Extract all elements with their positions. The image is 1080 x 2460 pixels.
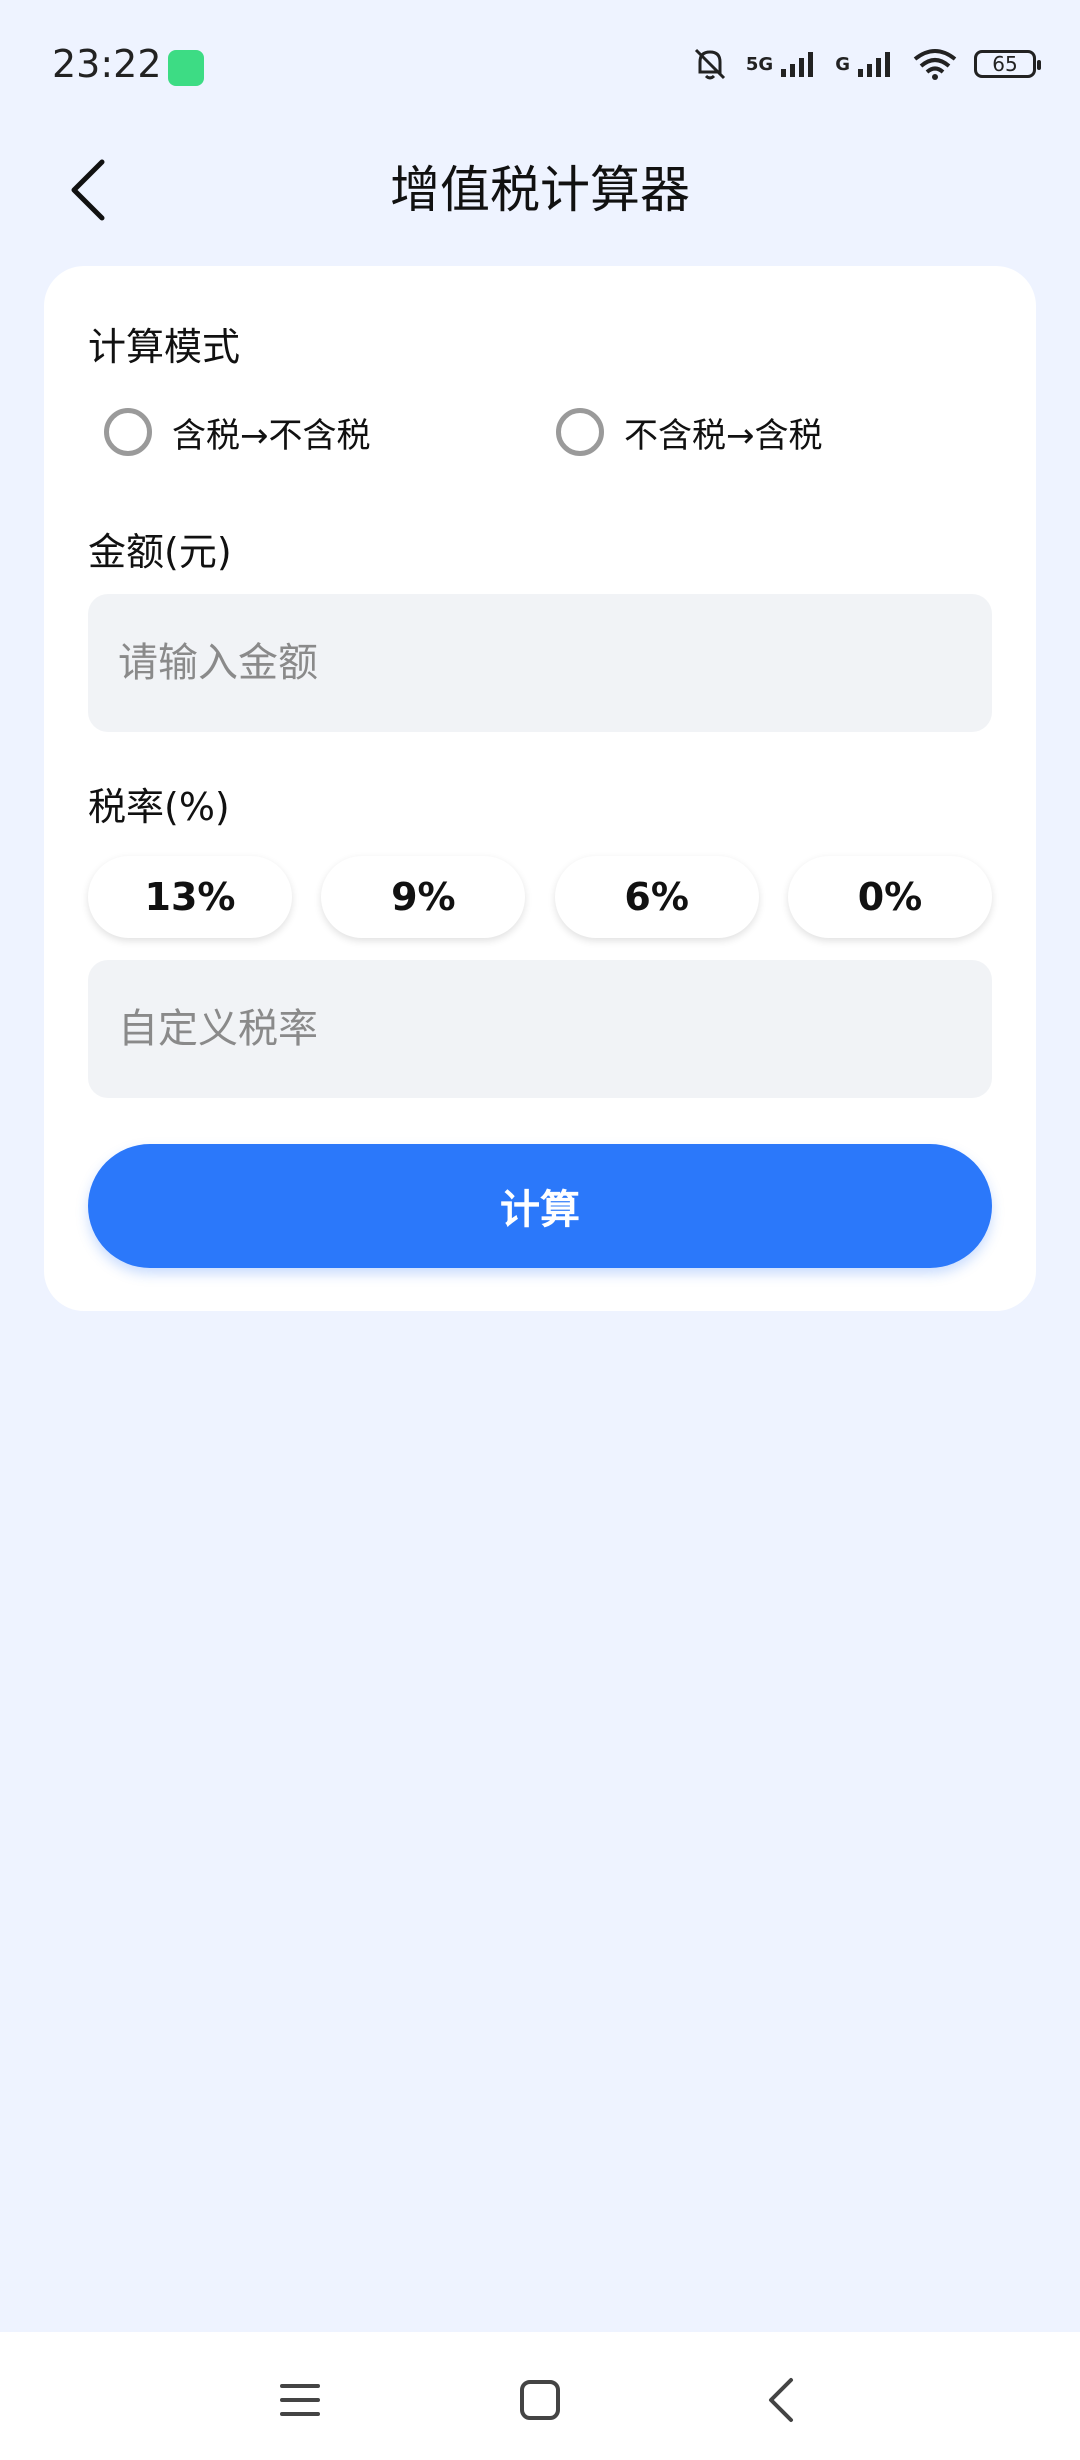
- battery-level: 65: [992, 52, 1018, 76]
- amount-field[interactable]: [88, 594, 992, 732]
- status-time: 23:22: [52, 42, 162, 86]
- home-square-icon: [520, 2380, 560, 2420]
- app-header: 增值税计算器: [0, 140, 1080, 250]
- wifi-icon: [913, 49, 957, 80]
- status-icons: 5G G 65: [690, 44, 1041, 84]
- mode-option-tax-inclusive[interactable]: 含税→不含税: [104, 402, 371, 462]
- mode-option-label: 不含税→含税: [624, 415, 823, 456]
- mode-option-label: 含税→不含税: [172, 415, 371, 456]
- home-button[interactable]: [500, 2360, 580, 2440]
- rate-chip-9[interactable]: 9%: [321, 856, 526, 938]
- screen: 23:22 5G G 65 增值税计算器 计算模式 含税→不含税 不含税→含税 …: [0, 0, 1080, 2460]
- calculate-button[interactable]: 计算: [88, 1144, 992, 1268]
- rate-chip-13[interactable]: 13%: [88, 856, 292, 938]
- mode-option-tax-exclusive[interactable]: 不含税→含税: [556, 402, 823, 462]
- recent-apps-button[interactable]: [260, 2360, 340, 2440]
- system-nav-bar: [0, 2332, 1080, 2460]
- rate-label: 税率(%): [88, 785, 230, 829]
- calculator-card: 计算模式 含税→不含税 不含税→含税 金额(元) 税率(%) 13% 9% 6%…: [44, 266, 1036, 1311]
- network-5g-label: 5G: [745, 53, 774, 75]
- page-title: 增值税计算器: [390, 161, 690, 219]
- rate-chip-group: 13% 9% 6% 0%: [88, 856, 992, 938]
- radio-button-icon[interactable]: [104, 408, 152, 456]
- cellular-signal-icon: [781, 52, 814, 77]
- mode-label: 计算模式: [88, 325, 241, 369]
- amount-label: 金额(元): [88, 530, 232, 574]
- android-app-icon: [168, 50, 204, 86]
- custom-rate-input[interactable]: [116, 1005, 992, 1053]
- amount-input[interactable]: [116, 639, 992, 687]
- mute-bell-icon: [694, 48, 725, 80]
- system-back-button[interactable]: [740, 2360, 820, 2440]
- network-g-label: G: [835, 53, 850, 75]
- menu-icon: [280, 2384, 320, 2416]
- rate-chip-0[interactable]: 0%: [787, 856, 992, 938]
- battery-icon: 65: [974, 50, 1041, 78]
- custom-rate-field[interactable]: [88, 960, 992, 1098]
- radio-button-icon[interactable]: [556, 408, 604, 456]
- cellular-signal-icon-2: [858, 52, 890, 77]
- status-bar: 23:22 5G G 65: [0, 0, 1080, 130]
- back-chevron-icon: [769, 2378, 793, 2422]
- rate-chip-6[interactable]: 6%: [554, 856, 759, 938]
